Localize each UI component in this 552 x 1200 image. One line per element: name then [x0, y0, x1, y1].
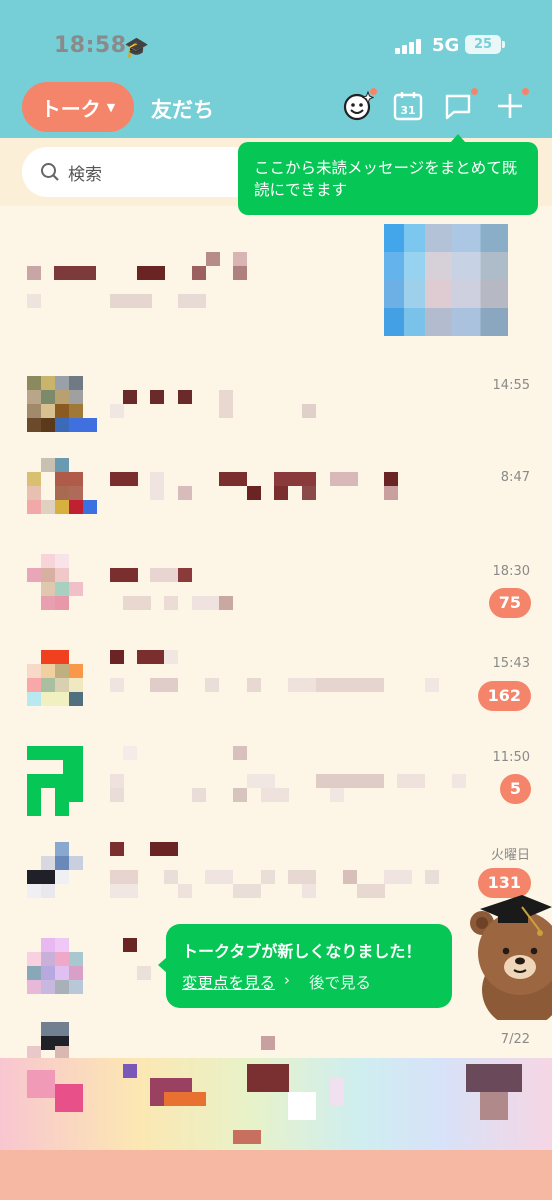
- later-button[interactable]: 後で見る: [309, 971, 371, 993]
- chevron-right-icon: ›: [284, 971, 290, 989]
- bottom-bar: [0, 1150, 552, 1200]
- graduation-cap-icon: 🎓: [124, 35, 149, 59]
- tab-talk-label: トーク: [40, 96, 101, 121]
- chat-row[interactable]: 18:30 75: [0, 554, 552, 647]
- brown-bear-mascot-icon: [470, 895, 552, 1020]
- notification-dot: [471, 88, 478, 95]
- unread-badge: 131: [477, 868, 531, 898]
- avatar: [27, 376, 97, 434]
- unread-badge: 162: [477, 681, 531, 711]
- search-placeholder: 検索: [68, 165, 102, 185]
- avatar: [27, 650, 97, 708]
- promo-banner[interactable]: [0, 1058, 552, 1150]
- chat-row[interactable]: 15:43 162: [0, 650, 552, 743]
- chevron-down-icon: ▼: [106, 100, 116, 114]
- avatar: [27, 842, 97, 900]
- avatar: [27, 1022, 97, 1058]
- notification-dot: [522, 88, 529, 95]
- unread-badge: 5: [499, 774, 531, 804]
- chat-row[interactable]: 8:47: [0, 458, 552, 551]
- avatar: [27, 458, 97, 516]
- tab-talk[interactable]: トーク ▼: [22, 82, 134, 132]
- avatar: [27, 746, 83, 816]
- chat-time: 15:43: [492, 656, 530, 671]
- unread-badge: 75: [488, 588, 531, 618]
- chat-row[interactable]: 11:50 5: [0, 746, 552, 839]
- signal-icon: [395, 38, 423, 54]
- chat-bubble-icon[interactable]: [442, 90, 474, 122]
- avatar: [27, 938, 97, 996]
- chat-time: 18:30: [492, 564, 530, 579]
- calendar-icon[interactable]: 31: [392, 90, 424, 122]
- avatar: [27, 554, 97, 612]
- svg-text:31: 31: [400, 104, 415, 117]
- plus-icon[interactable]: [494, 90, 526, 122]
- chat-time: 7/22: [500, 1032, 530, 1047]
- chat-time: 11:50: [492, 750, 530, 765]
- mark-read-tooltip[interactable]: ここから未読メッセージをまとめて既読にできます: [238, 134, 538, 215]
- battery-icon: 25: [465, 35, 505, 54]
- chat-time: 14:55: [492, 378, 530, 393]
- chat-row[interactable]: 14:55: [0, 376, 552, 469]
- notification-dot: [370, 88, 377, 95]
- message-image: [384, 224, 508, 336]
- chat-row[interactable]: [0, 222, 552, 342]
- chat-time: 8:47: [500, 470, 530, 485]
- tab-friends[interactable]: 友だち: [151, 94, 214, 124]
- app-logo-icon: [27, 746, 83, 816]
- network-type: 5G: [432, 35, 460, 56]
- chat-time: 火曜日: [490, 848, 530, 863]
- notice-title: トークタブが新しくなりました！: [182, 942, 422, 961]
- new-talk-tab-notice: トークタブが新しくなりました！ 変更点を見る › 後で見る: [158, 924, 452, 1008]
- status-bar: 18:58 🎓 5G 25: [0, 0, 552, 80]
- face-sparkle-icon[interactable]: [342, 90, 374, 122]
- see-changes-link[interactable]: 変更点を見る: [182, 971, 275, 993]
- search-icon: [41, 163, 59, 181]
